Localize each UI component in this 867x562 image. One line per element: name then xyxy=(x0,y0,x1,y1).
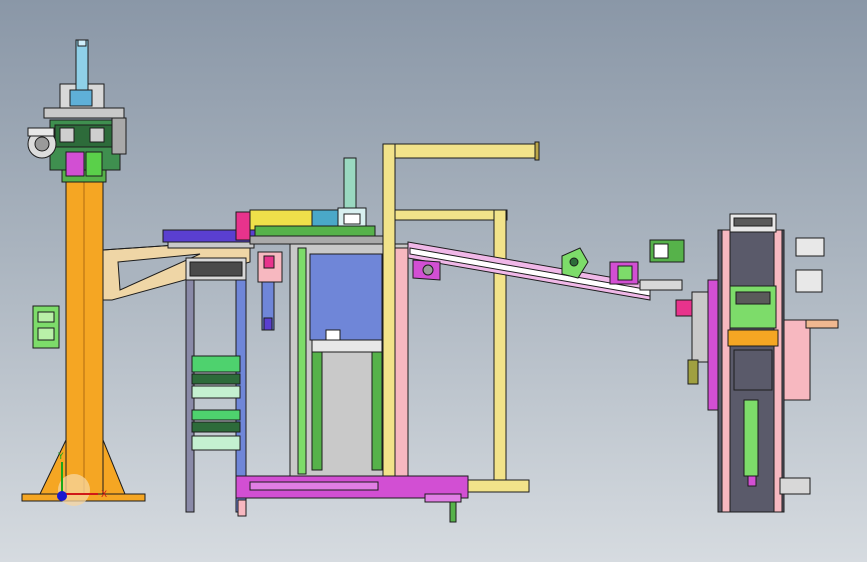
axis-label-x: X xyxy=(101,490,107,500)
robot-mast xyxy=(75,39,89,91)
machine-assembly-drawing[interactable]: X Y xyxy=(0,0,867,562)
inclined-conveyor[interactable] xyxy=(407,241,683,301)
column-gusset-right xyxy=(102,439,126,495)
base-plinth xyxy=(235,475,469,523)
right-pink-housing xyxy=(783,319,811,401)
top-gripper-carriage[interactable] xyxy=(235,157,386,245)
center-blue-panel xyxy=(309,253,383,341)
right-station[interactable] xyxy=(649,213,839,513)
pink-lift-unit[interactable] xyxy=(257,251,283,331)
triad-z-axis xyxy=(57,491,67,501)
robot-top-plate xyxy=(43,107,125,119)
stack-tray-1 xyxy=(191,355,241,373)
axis-label-y: Y xyxy=(57,452,64,462)
robot-head-magenta xyxy=(65,151,85,177)
cad-viewport[interactable]: X Y xyxy=(0,0,867,562)
